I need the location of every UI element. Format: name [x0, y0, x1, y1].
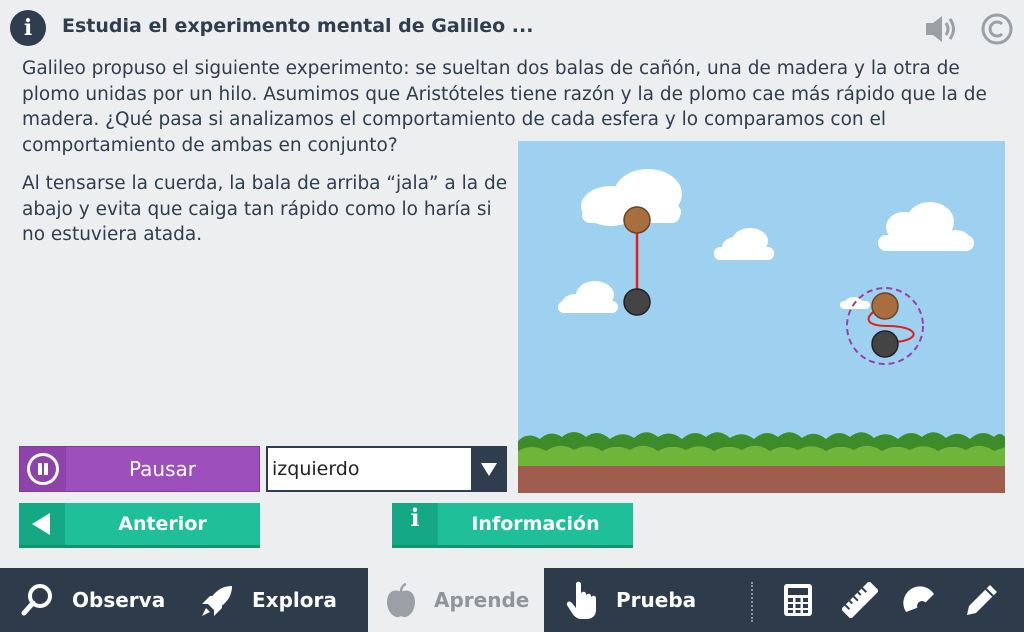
- nav-prueba[interactable]: Prueba: [544, 568, 744, 632]
- ground: [518, 466, 1005, 493]
- pause-icon: [27, 453, 59, 485]
- nav-label: Observa: [72, 588, 166, 612]
- hand-pointer-icon: [566, 581, 596, 619]
- rocket-icon: [202, 586, 232, 616]
- ruler-icon[interactable]: [842, 582, 878, 618]
- info-icon: i: [392, 503, 438, 545]
- nav-label: Aprende: [434, 588, 530, 612]
- info-icon[interactable]: i: [10, 10, 46, 46]
- chevron-down-icon[interactable]: [471, 448, 505, 490]
- nav-observa[interactable]: Observa: [0, 568, 180, 632]
- lead-ball-left[interactable]: [623, 288, 651, 316]
- wood-ball-left[interactable]: [623, 206, 651, 234]
- calculator-icon[interactable]: [780, 582, 816, 618]
- lead-ball-right[interactable]: [871, 330, 899, 358]
- nav-aprende[interactable]: Aprende: [368, 568, 544, 632]
- nav-label: Prueba: [616, 588, 697, 612]
- nav-label: Explora: [252, 588, 337, 612]
- protractor-icon[interactable]: [902, 582, 938, 618]
- explanation-paragraph: Al tensarse la cuerda, la bala de arriba…: [22, 173, 508, 245]
- arrow-left-icon: [19, 503, 65, 545]
- nav-explora[interactable]: Explora: [180, 568, 368, 632]
- wood-ball-right[interactable]: [871, 292, 899, 320]
- nav-divider: [751, 582, 753, 622]
- previous-button[interactable]: Anterior: [19, 503, 260, 548]
- previous-label: Anterior: [118, 513, 207, 535]
- pause-label: Pausar: [129, 457, 196, 481]
- bottom-nav: Observa Explora Aprende Prueba: [0, 568, 1024, 632]
- copyright-icon[interactable]: [980, 12, 1014, 46]
- side-select-value: izquierdo: [272, 458, 360, 480]
- speaker-icon[interactable]: [922, 13, 960, 45]
- app-screen: i Estudia el experimento mental de Galil…: [0, 0, 1024, 632]
- page-title: Estudia el experimento mental de Galileo…: [62, 15, 534, 37]
- apple-icon: [387, 582, 415, 618]
- pause-button[interactable]: Pausar: [19, 446, 260, 492]
- side-select[interactable]: izquierdo: [266, 446, 507, 492]
- simulation-canvas[interactable]: [518, 141, 1005, 493]
- information-button[interactable]: i Información: [392, 503, 633, 548]
- information-label: Información: [471, 513, 600, 535]
- pencil-icon[interactable]: [964, 582, 1000, 618]
- magnifier-icon: [21, 584, 52, 616]
